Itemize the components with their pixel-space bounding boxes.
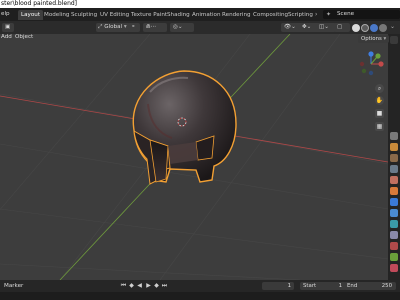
viewport-header: ▣ ⤢ Global ▾ ⚬ ⋒⋯ ◎⌄ 👁⌄ ✥⌄ ◫⌄ ▢ ⌄ (0, 21, 400, 35)
perspective-toggle-button[interactable]: ▦ (375, 122, 384, 131)
orientation-dropdown[interactable]: ⤢ Global ▾ (96, 23, 130, 32)
tab-rendering[interactable]: Rendering (219, 10, 254, 20)
chevron-down-icon[interactable]: ⌄ (390, 23, 395, 30)
magnifier-icon: ⌕ (377, 85, 382, 92)
scene-properties-icon[interactable] (390, 176, 398, 184)
scene-icon: ✦ (326, 11, 332, 18)
current-frame-field[interactable]: 1 (262, 282, 294, 290)
view-layer-properties-icon[interactable] (390, 165, 398, 173)
chevron-down-icon: ▾ (122, 24, 127, 30)
world-properties-icon[interactable] (390, 187, 398, 195)
tab-layout[interactable]: Layout (18, 10, 44, 20)
jump-end-icon[interactable]: ⏭ (161, 282, 168, 290)
modifier-properties-icon[interactable] (390, 209, 398, 217)
camera-view-button[interactable]: ■ (375, 109, 384, 118)
add-menu[interactable]: Add (1, 34, 12, 40)
help-menu[interactable]: elp (1, 11, 10, 17)
render-properties-icon[interactable] (390, 143, 398, 151)
chevron-right-icon[interactable]: › (315, 11, 317, 18)
current-frame-value: 1 (287, 283, 291, 289)
end-value: 250 (381, 283, 392, 289)
constraint-properties-icon[interactable] (390, 242, 398, 250)
proportional-edit-button[interactable]: ◎⌄ (170, 23, 194, 32)
marker-menu[interactable]: Marker (4, 282, 23, 290)
material-shading-icon[interactable] (370, 24, 378, 32)
tab-scripting[interactable]: Scripting (285, 10, 316, 20)
overlay-icon: ◫⌄ (319, 24, 329, 30)
grid-icon: ▦ (376, 123, 383, 130)
rendered-shading-icon[interactable] (379, 24, 387, 32)
viewport-scene (0, 34, 388, 280)
wireframe-shading-icon[interactable] (352, 24, 360, 32)
particles-properties-icon[interactable] (390, 220, 398, 228)
physics-properties-icon[interactable] (390, 231, 398, 239)
start-frame-field[interactable]: Start 1 (300, 282, 346, 290)
jump-start-icon[interactable]: ⏮ (120, 282, 127, 290)
gizmo-y-axis[interactable] (375, 53, 381, 59)
gizmo-neg-y-axis[interactable] (361, 68, 367, 74)
xray-icon: ▢ (337, 24, 343, 30)
snap-button[interactable]: ⋒⋯ (143, 23, 167, 32)
xray-button[interactable]: ▢ (334, 23, 350, 32)
window-title-bar: ster\blood painted.blend] (0, 0, 400, 8)
gizmo-x-axis[interactable] (378, 61, 384, 67)
start-value: 1 (338, 283, 342, 289)
object-menu[interactable]: Object (15, 34, 33, 40)
timeline-area[interactable] (0, 292, 400, 300)
object-properties-icon[interactable] (390, 198, 398, 206)
overlay-button[interactable]: ◫⌄ (316, 23, 336, 32)
magnet-icon: ⋒⋯ (146, 24, 157, 30)
chevron-down-icon: ▾ (381, 36, 387, 42)
window-title: ster\blood painted.blend] (1, 0, 78, 7)
timeline-header: Marker ⏮ ◆ ◀ ▶ ◆ ⏭ 1 Start 1 End 250 (0, 280, 400, 292)
pivot-button[interactable]: ⚬ (128, 23, 140, 32)
end-label: End (347, 283, 358, 289)
material-properties-icon[interactable] (390, 264, 398, 272)
end-frame-field[interactable]: End 250 (344, 282, 396, 290)
3d-viewport[interactable]: Add Object ‹ ⌕ ✋ ■ ▦ (0, 34, 388, 280)
next-keyframe-icon[interactable]: ◆ (153, 282, 160, 290)
scene-selector[interactable]: ✦ Scene (323, 10, 400, 19)
options-text: Options (361, 36, 382, 42)
workspace-topbar: elp Layout Modeling Sculpting UV Editing… (0, 8, 400, 21)
tab-uv-editing[interactable]: UV Editing (97, 10, 132, 20)
output-properties-icon[interactable] (390, 154, 398, 162)
options-tab[interactable] (390, 36, 398, 44)
pan-button[interactable]: ✋ (375, 96, 384, 105)
prev-keyframe-icon[interactable]: ◆ (128, 282, 135, 290)
solid-shading-icon[interactable] (361, 24, 369, 32)
play-icon[interactable]: ▶ (145, 282, 152, 290)
properties-tab-strip (388, 34, 400, 280)
pivot-icon: ⚬ (131, 24, 136, 30)
orientation-label: Global (104, 24, 123, 30)
tab-sculpting[interactable]: Sculpting (68, 10, 100, 20)
scene-label: Scene (337, 11, 355, 17)
gizmo-z-axis[interactable] (368, 51, 374, 57)
gizmo-icon: ✥⌄ (302, 24, 312, 30)
cube-icon: ▣ (5, 24, 11, 30)
tool-properties-icon[interactable] (390, 132, 398, 140)
play-reverse-icon[interactable]: ◀ (136, 282, 143, 290)
eye-icon: 👁⌄ (284, 24, 296, 30)
data-properties-icon[interactable] (390, 253, 398, 261)
gizmo-neg-x-axis[interactable] (359, 61, 365, 67)
zoom-button[interactable]: ⌕ (375, 84, 384, 93)
start-label: Start (303, 283, 317, 289)
gizmo-neg-z-axis[interactable] (368, 70, 374, 76)
editor-type-button[interactable]: ▣ (2, 23, 14, 32)
camera-icon: ■ (376, 110, 383, 117)
navigation-gizmo[interactable] (359, 51, 384, 76)
helmet-model[interactable] (132, 70, 237, 185)
hand-icon: ✋ (375, 97, 384, 104)
proportional-icon: ◎⌄ (173, 24, 183, 30)
options-button[interactable]: Options ▾ (358, 35, 390, 43)
